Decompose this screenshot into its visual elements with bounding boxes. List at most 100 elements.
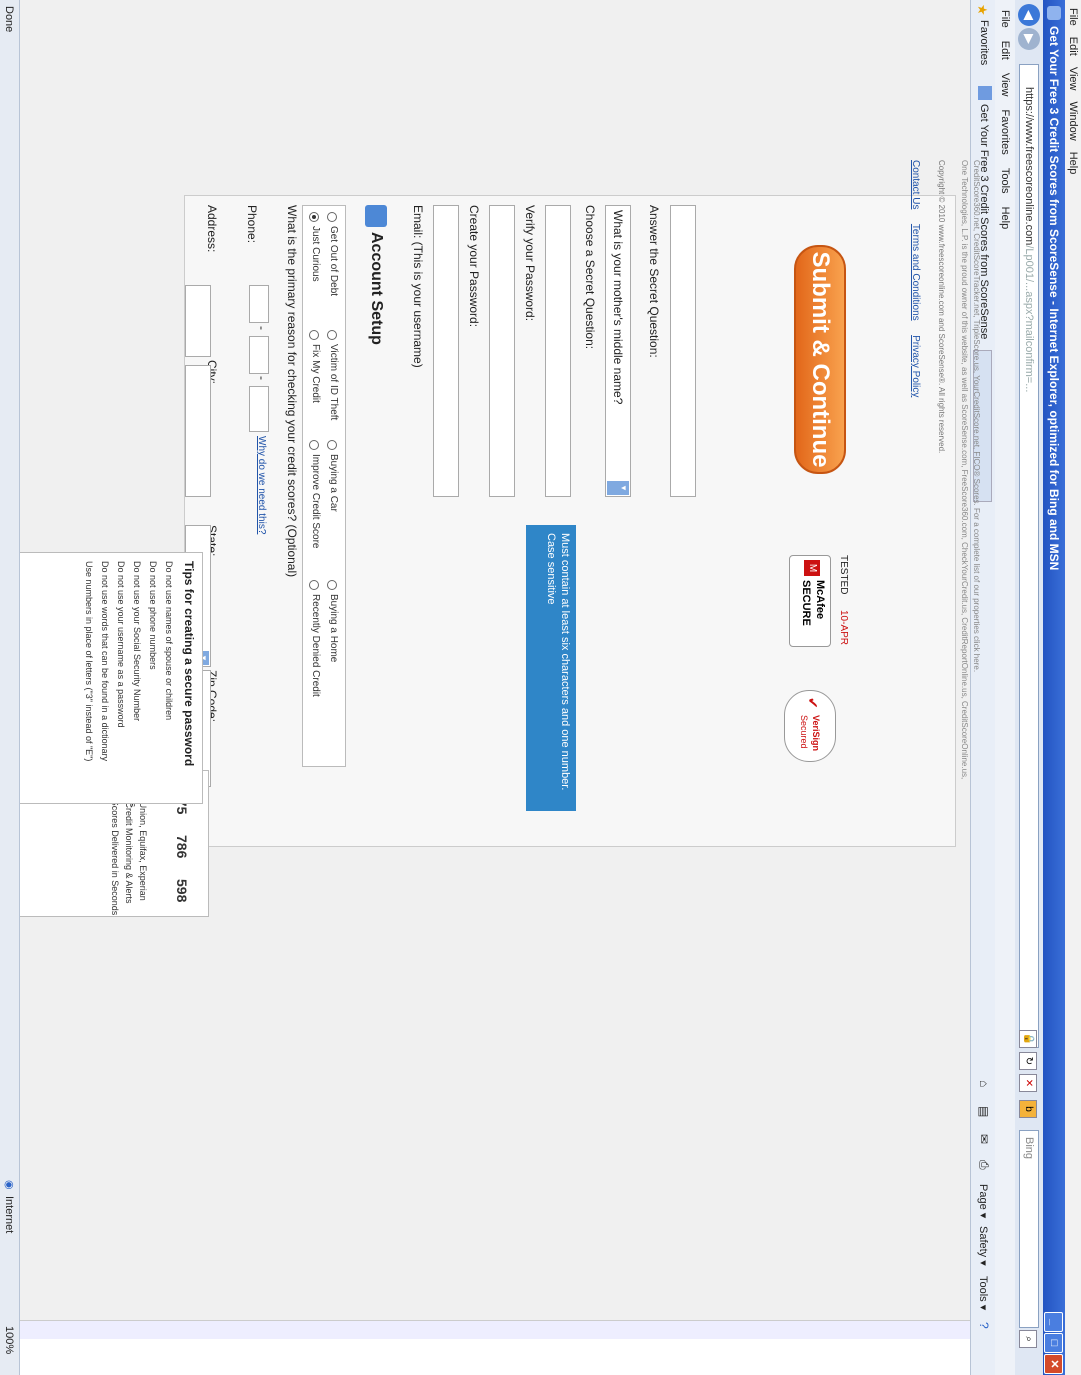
feeds-icon[interactable]: ▤: [977, 1106, 991, 1117]
lock-icon[interactable]: 🔒: [1019, 1030, 1037, 1048]
os-menubar: File Edit View Window Help: [1064, 0, 1081, 1375]
forward-icon[interactable]: ▶: [1018, 28, 1040, 50]
help-icon[interactable]: ?: [977, 1322, 991, 1329]
phone-line-input[interactable]: [249, 386, 269, 432]
tip-item: Do not use words that can be found in a …: [100, 561, 110, 762]
reason-improve-score-label: Improve Credit Score: [310, 454, 321, 549]
terms-link[interactable]: Terms and Conditions: [910, 224, 921, 321]
verisign-secured-label: Secured: [799, 715, 809, 749]
password-hint-tooltip: Must contain at least six characters and…: [526, 525, 576, 811]
reason-question: What is the primary reason for checking …: [285, 205, 299, 578]
home-icon[interactable]: ⌂: [977, 1080, 991, 1087]
why-link[interactable]: Why do we need this?: [256, 436, 267, 534]
account-setup-icon: [365, 205, 387, 227]
minimize-icon[interactable]: _: [1044, 1312, 1063, 1332]
status-bar: Done ◉ Internet 100%: [0, 0, 20, 1375]
menu-view[interactable]: View: [999, 73, 1011, 97]
reason-improve-score-radio[interactable]: [309, 440, 319, 450]
zoom-level[interactable]: 100%: [3, 1326, 15, 1354]
password-label: Create your Password:: [467, 205, 481, 328]
mcafee-secure-label: SECURE: [800, 580, 812, 626]
verify-password-input[interactable]: [545, 205, 571, 497]
ie-logo-icon: [1047, 6, 1061, 20]
print-icon[interactable]: ⎙: [976, 1160, 991, 1170]
menu-help[interactable]: Help: [999, 207, 1011, 230]
tip-item: Do not use your username as a password: [116, 561, 126, 728]
submit-continue-button[interactable]: Submit & Continue: [794, 245, 846, 474]
score-equifax: 786: [174, 835, 190, 859]
password-tips-box: Tips for creating a secure password Do n…: [0, 552, 203, 804]
favorites-button[interactable]: Favorites: [978, 20, 990, 65]
account-setup-title: Account Setup: [368, 232, 385, 345]
refresh-icon[interactable]: ↻: [1019, 1052, 1037, 1070]
os-menu-help[interactable]: Help: [1067, 152, 1079, 175]
tip-item: Do not use phone numbers: [148, 561, 158, 670]
secret-answer-label: Answer the Secret Question:: [647, 205, 661, 358]
phone-area-input[interactable]: [249, 285, 269, 323]
email-input[interactable]: [433, 205, 459, 497]
reason-car-radio[interactable]: [327, 440, 337, 450]
os-menu-window[interactable]: Window: [1067, 102, 1079, 141]
maximize-icon[interactable]: □: [1044, 1333, 1063, 1353]
favorites-star-icon[interactable]: ★: [974, 4, 990, 16]
status-zone: Internet: [3, 1196, 15, 1234]
password-input[interactable]: [489, 205, 515, 497]
address-row: ◀ ▶ https://www.freescoreonline.com/Lp00…: [1014, 0, 1043, 1375]
phone-label: Phone:: [245, 205, 259, 244]
search-input[interactable]: Bing: [1019, 1130, 1039, 1328]
reason-home-label: Buying a Home: [328, 594, 339, 663]
mail-icon[interactable]: ✉: [977, 1134, 991, 1144]
tip-item: Do not use names of spouse or children: [164, 561, 174, 721]
reason-denied-credit-radio[interactable]: [309, 580, 319, 590]
footer-copyright: Copyright © 2010 www.freescoreonline.com…: [937, 160, 946, 454]
os-menu-file[interactable]: File: [1067, 8, 1079, 26]
reason-denied-credit-label: Recently Denied Credit: [310, 594, 321, 697]
os-menu-view[interactable]: View: [1067, 67, 1079, 91]
bing-icon: b: [1019, 1100, 1037, 1118]
phone-prefix-input[interactable]: [249, 336, 269, 374]
menu-tools[interactable]: Tools: [999, 168, 1011, 194]
close-icon[interactable]: ✕: [1044, 1354, 1063, 1374]
vertical-scrollbar[interactable]: [20, 1320, 970, 1339]
secret-question-select[interactable]: What is your mother's middle name? ▾: [605, 205, 631, 497]
address-label: Address:: [205, 205, 219, 253]
safety-menu[interactable]: Safety ▾: [977, 1226, 990, 1266]
phone-separator-2: -: [255, 376, 269, 380]
mcafee-logo-icon: M: [804, 560, 820, 576]
city-input[interactable]: [185, 365, 211, 497]
footer-note-2: CreditScore360.net, CreditScoreTracker.n…: [972, 160, 981, 673]
score-experian: 598: [174, 879, 190, 903]
menu-edit[interactable]: Edit: [999, 41, 1011, 60]
reason-id-theft-radio[interactable]: [327, 330, 337, 340]
reason-group: [302, 205, 346, 767]
secret-answer-input[interactable]: [670, 205, 696, 497]
tips-title: Tips for creating a secure password: [182, 561, 196, 767]
reason-just-curious-radio[interactable]: [309, 212, 319, 222]
url-path: /Lp001/...aspx?mailconfirm=...: [1023, 245, 1035, 393]
search-icon[interactable]: ⌕: [1019, 1330, 1037, 1348]
phone-separator-1: -: [255, 326, 269, 330]
menu-file[interactable]: File: [999, 10, 1011, 28]
reason-fix-credit-radio[interactable]: [309, 330, 319, 340]
stop-icon[interactable]: ✕: [1019, 1074, 1037, 1092]
contact-us-link[interactable]: Contact Us: [910, 160, 921, 209]
menu-favorites[interactable]: Favorites: [999, 110, 1011, 155]
ie-menubar: File Edit View Favorites Tools Help: [995, 0, 1015, 1375]
os-menu-edit[interactable]: Edit: [1067, 37, 1079, 56]
globe-icon: ◉: [3, 1180, 15, 1190]
tab-page-icon: [978, 86, 992, 100]
tools-menu[interactable]: Tools ▾: [977, 1276, 990, 1310]
reason-home-radio[interactable]: [327, 580, 337, 590]
window-title-bar: Get Your Free 3 Credit Scores from Score…: [1043, 0, 1065, 1375]
verify-password-label: Verify your Password:: [523, 205, 537, 322]
back-icon[interactable]: ◀: [1018, 4, 1040, 26]
address-input[interactable]: https://www.freescoreonline.com/Lp001/..…: [1019, 64, 1039, 1048]
window-title: Get Your Free 3 Credit Scores from Score…: [1047, 26, 1061, 571]
reason-fix-credit-label: Fix My Credit: [310, 344, 321, 403]
address-input[interactable]: [185, 285, 211, 357]
reason-just-curious-label: Just Curious: [310, 226, 321, 282]
mcafee-tested: TESTED: [838, 555, 849, 595]
page-menu[interactable]: Page ▾: [977, 1184, 990, 1218]
reason-debt-radio[interactable]: [327, 212, 337, 222]
privacy-link[interactable]: Privacy Policy: [910, 335, 921, 397]
